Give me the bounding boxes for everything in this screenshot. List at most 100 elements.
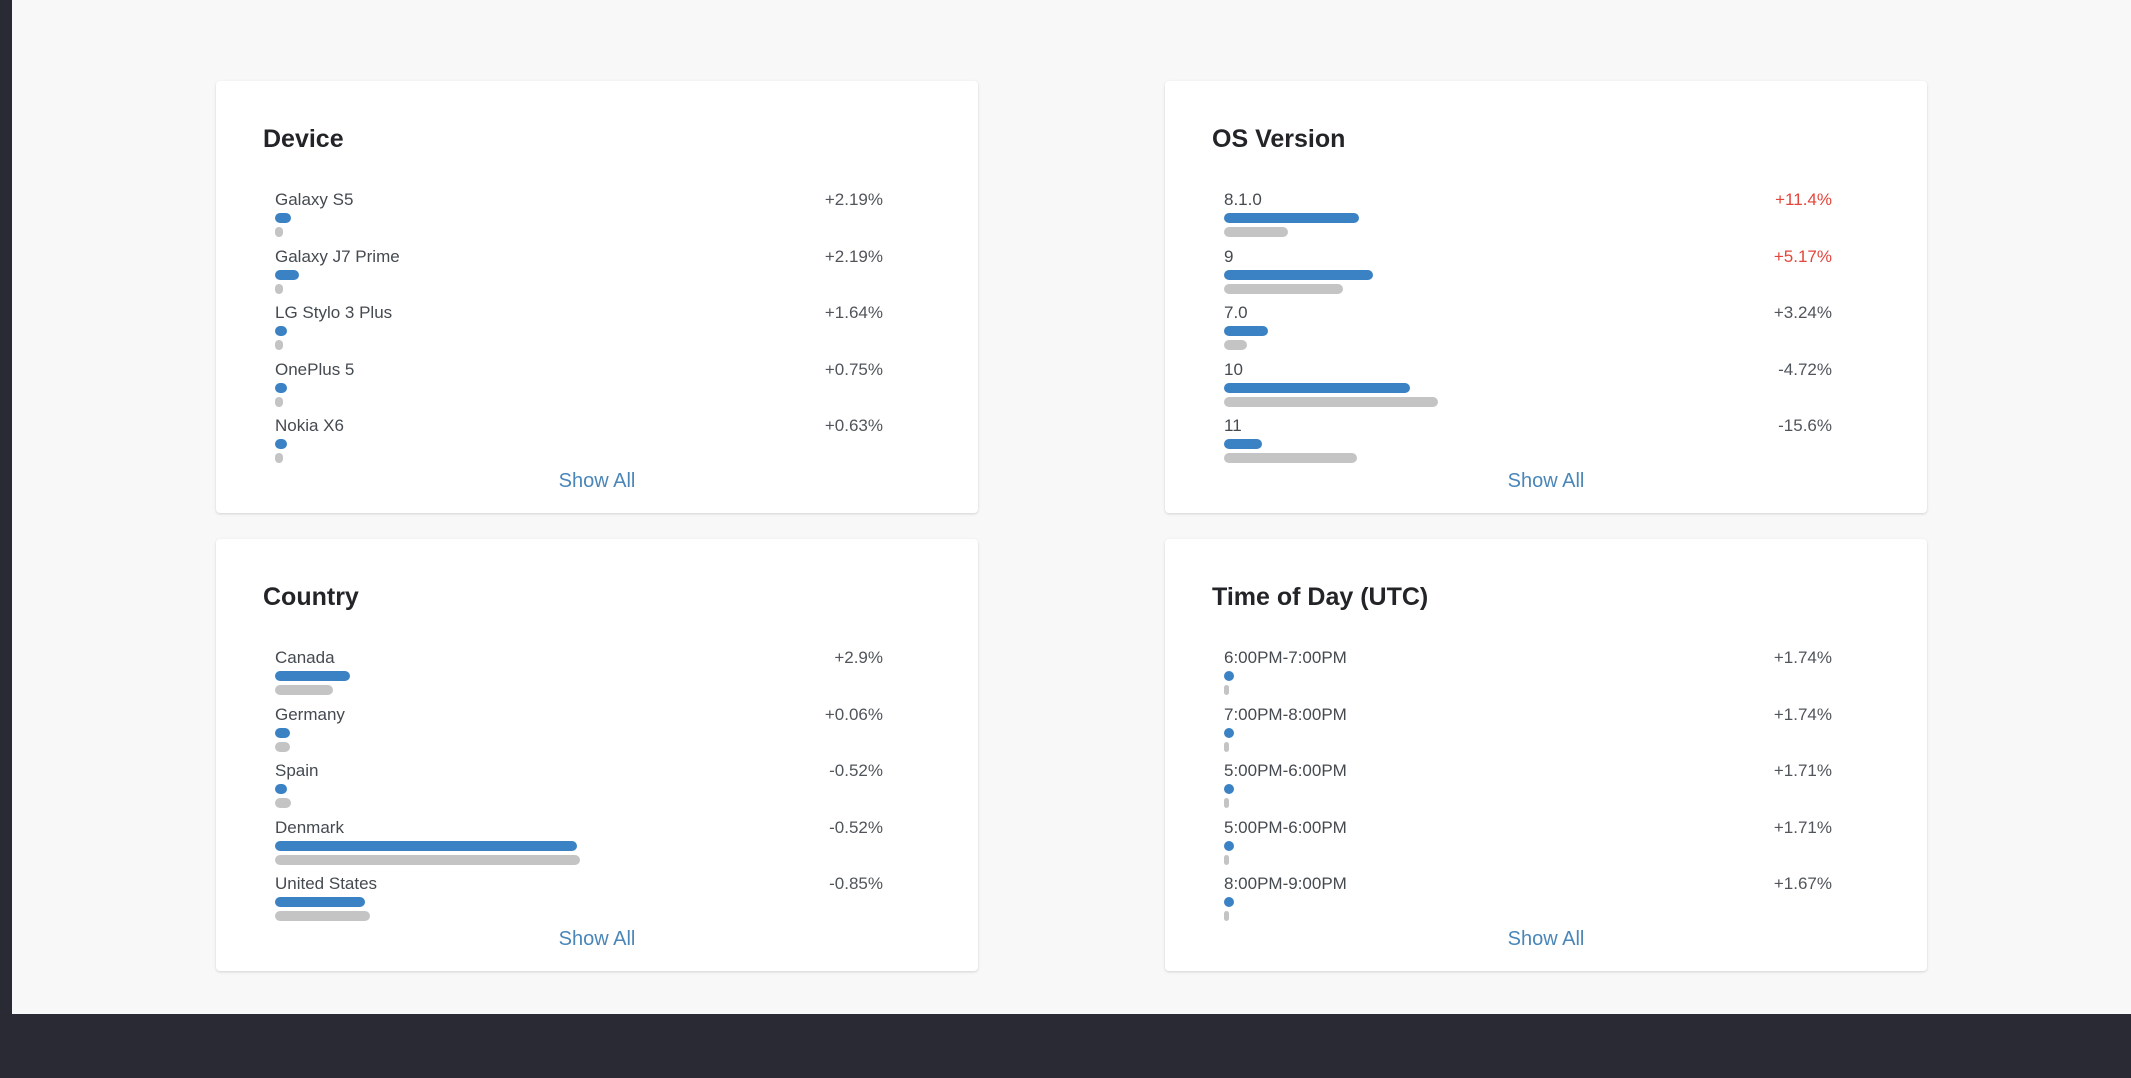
- row-label: Canada: [275, 648, 335, 667]
- card-title: OS Version: [1212, 125, 1346, 153]
- row-label: Spain: [275, 761, 319, 781]
- current-period-bar: [1224, 269, 1373, 280]
- breakdown-row: LG Stylo 3 Plus +1.64%: [275, 304, 883, 361]
- breakdown-row: 10 -4.72%: [1224, 361, 1832, 418]
- breakdown-row: OnePlus 5 +0.75%: [275, 361, 883, 418]
- breakdown-row: Nokia X6 +0.63%: [275, 417, 883, 474]
- row-label: LG Stylo 3 Plus: [275, 303, 393, 323]
- breakdown-row: 9 +5.17%: [1224, 248, 1832, 305]
- current-period-bar: [275, 727, 290, 738]
- breakdown-list: 8.1.0 +11.4% 9 +5.17% 7.0 +3.24% 10 -4.7…: [1224, 191, 1832, 474]
- current-period-bar: [1224, 727, 1234, 738]
- current-period-bar: [275, 213, 291, 223]
- previous-period-bar: [275, 453, 283, 464]
- row-change: +1.71%: [1773, 817, 1832, 837]
- row-change: +2.19%: [824, 246, 883, 266]
- row-label: 9: [1224, 246, 1234, 266]
- row-change: -0.52%: [829, 817, 883, 837]
- card-title: Country: [263, 583, 359, 611]
- breakdown-list: 6:00PM-7:00PM +1.74% 7:00PM-8:00PM +1.74…: [1224, 649, 1832, 932]
- dashboard-content: Device Galaxy S5 +2.19% Galaxy J7 Prime …: [12, 0, 2131, 1014]
- current-period-bar: [1224, 213, 1359, 223]
- breakdown-row: 8:00PM-9:00PM +1.67%: [1224, 875, 1832, 932]
- current-period-bar: [1224, 840, 1234, 851]
- previous-period-bar: [1224, 911, 1229, 922]
- breakdown-row: Canada +2.9%: [275, 649, 883, 706]
- row-change: -15.6%: [1778, 416, 1832, 436]
- current-period-bar: [275, 840, 577, 851]
- row-label: 11: [1224, 416, 1242, 436]
- row-label: Nokia X6: [275, 416, 344, 436]
- breakdown-row: Germany +0.06%: [275, 706, 883, 763]
- previous-period-bar: [275, 396, 283, 407]
- breakdown-row: 7:00PM-8:00PM +1.74%: [1224, 706, 1832, 763]
- previous-period-bar: [275, 741, 290, 752]
- previous-period-bar: [1224, 854, 1229, 865]
- previous-period-bar: [275, 911, 370, 922]
- card-os-version: OS Version 8.1.0 +11.4% 9 +5.17% 7.0 +3.…: [1165, 81, 1927, 513]
- previous-period-bar: [1224, 227, 1288, 237]
- row-change: +11.4%: [1775, 190, 1832, 209]
- row-change: +1.71%: [1773, 761, 1832, 781]
- row-label: United States: [275, 874, 378, 894]
- show-all-link[interactable]: Show All: [1165, 471, 1927, 491]
- row-label: Germany: [275, 704, 345, 724]
- show-all-link[interactable]: Show All: [216, 471, 978, 491]
- previous-period-bar: [275, 685, 333, 695]
- row-label: 5:00PM-6:00PM: [1224, 761, 1347, 781]
- current-period-bar: [1224, 784, 1234, 795]
- row-change: +1.74%: [1773, 704, 1832, 724]
- breakdown-row: 11 -15.6%: [1224, 417, 1832, 474]
- current-period-bar: [275, 269, 299, 280]
- previous-period-bar: [275, 854, 580, 865]
- current-period-bar: [1224, 897, 1234, 908]
- breakdown-row: 5:00PM-6:00PM +1.71%: [1224, 819, 1832, 876]
- card-device: Device Galaxy S5 +2.19% Galaxy J7 Prime …: [216, 81, 978, 513]
- previous-period-bar: [1224, 741, 1229, 752]
- current-period-bar: [1224, 671, 1234, 681]
- current-period-bar: [275, 439, 287, 450]
- card-time-of-day: Time of Day (UTC) 6:00PM-7:00PM +1.74% 7…: [1165, 539, 1927, 971]
- previous-period-bar: [275, 798, 291, 809]
- row-change: -4.72%: [1778, 359, 1832, 379]
- breakdown-list: Canada +2.9% Germany +0.06% Spain -0.52%…: [275, 649, 883, 932]
- current-period-bar: [275, 897, 365, 908]
- row-change: +1.74%: [1773, 648, 1832, 667]
- breakdown-row: Denmark -0.52%: [275, 819, 883, 876]
- breakdown-list: Galaxy S5 +2.19% Galaxy J7 Prime +2.19% …: [275, 191, 883, 474]
- row-change: -0.85%: [829, 874, 883, 894]
- row-label: 8.1.0: [1224, 190, 1262, 209]
- card-title: Time of Day (UTC): [1212, 583, 1429, 611]
- row-change: +1.64%: [824, 303, 883, 323]
- previous-period-bar: [1224, 283, 1343, 294]
- row-change: +1.67%: [1773, 874, 1832, 894]
- row-change: +2.19%: [824, 190, 883, 209]
- current-period-bar: [275, 382, 287, 393]
- row-label: Galaxy S5: [275, 190, 354, 209]
- current-period-bar: [275, 326, 287, 337]
- row-change: +0.06%: [824, 704, 883, 724]
- row-change: +0.75%: [824, 359, 883, 379]
- breakdown-row: 8.1.0 +11.4%: [1224, 191, 1832, 248]
- previous-period-bar: [275, 227, 283, 237]
- row-change: +3.24%: [1773, 303, 1832, 323]
- row-label: 7:00PM-8:00PM: [1224, 704, 1347, 724]
- row-label: 7.0: [1224, 303, 1248, 323]
- row-change: +0.63%: [824, 416, 883, 436]
- current-period-bar: [1224, 326, 1268, 337]
- row-label: 8:00PM-9:00PM: [1224, 874, 1347, 894]
- show-all-link[interactable]: Show All: [1165, 929, 1927, 949]
- row-label: 6:00PM-7:00PM: [1224, 648, 1347, 667]
- previous-period-bar: [1224, 340, 1247, 351]
- breakdown-row: 7.0 +3.24%: [1224, 304, 1832, 361]
- previous-period-bar: [1224, 798, 1229, 809]
- row-label: Galaxy J7 Prime: [275, 246, 400, 266]
- current-period-bar: [275, 784, 287, 795]
- breakdown-row: 5:00PM-6:00PM +1.71%: [1224, 762, 1832, 819]
- card-title: Device: [263, 125, 344, 153]
- show-all-link[interactable]: Show All: [216, 929, 978, 949]
- breakdown-row: Spain -0.52%: [275, 762, 883, 819]
- current-period-bar: [1224, 439, 1262, 450]
- previous-period-bar: [1224, 453, 1357, 464]
- card-country: Country Canada +2.9% Germany +0.06% Spai…: [216, 539, 978, 971]
